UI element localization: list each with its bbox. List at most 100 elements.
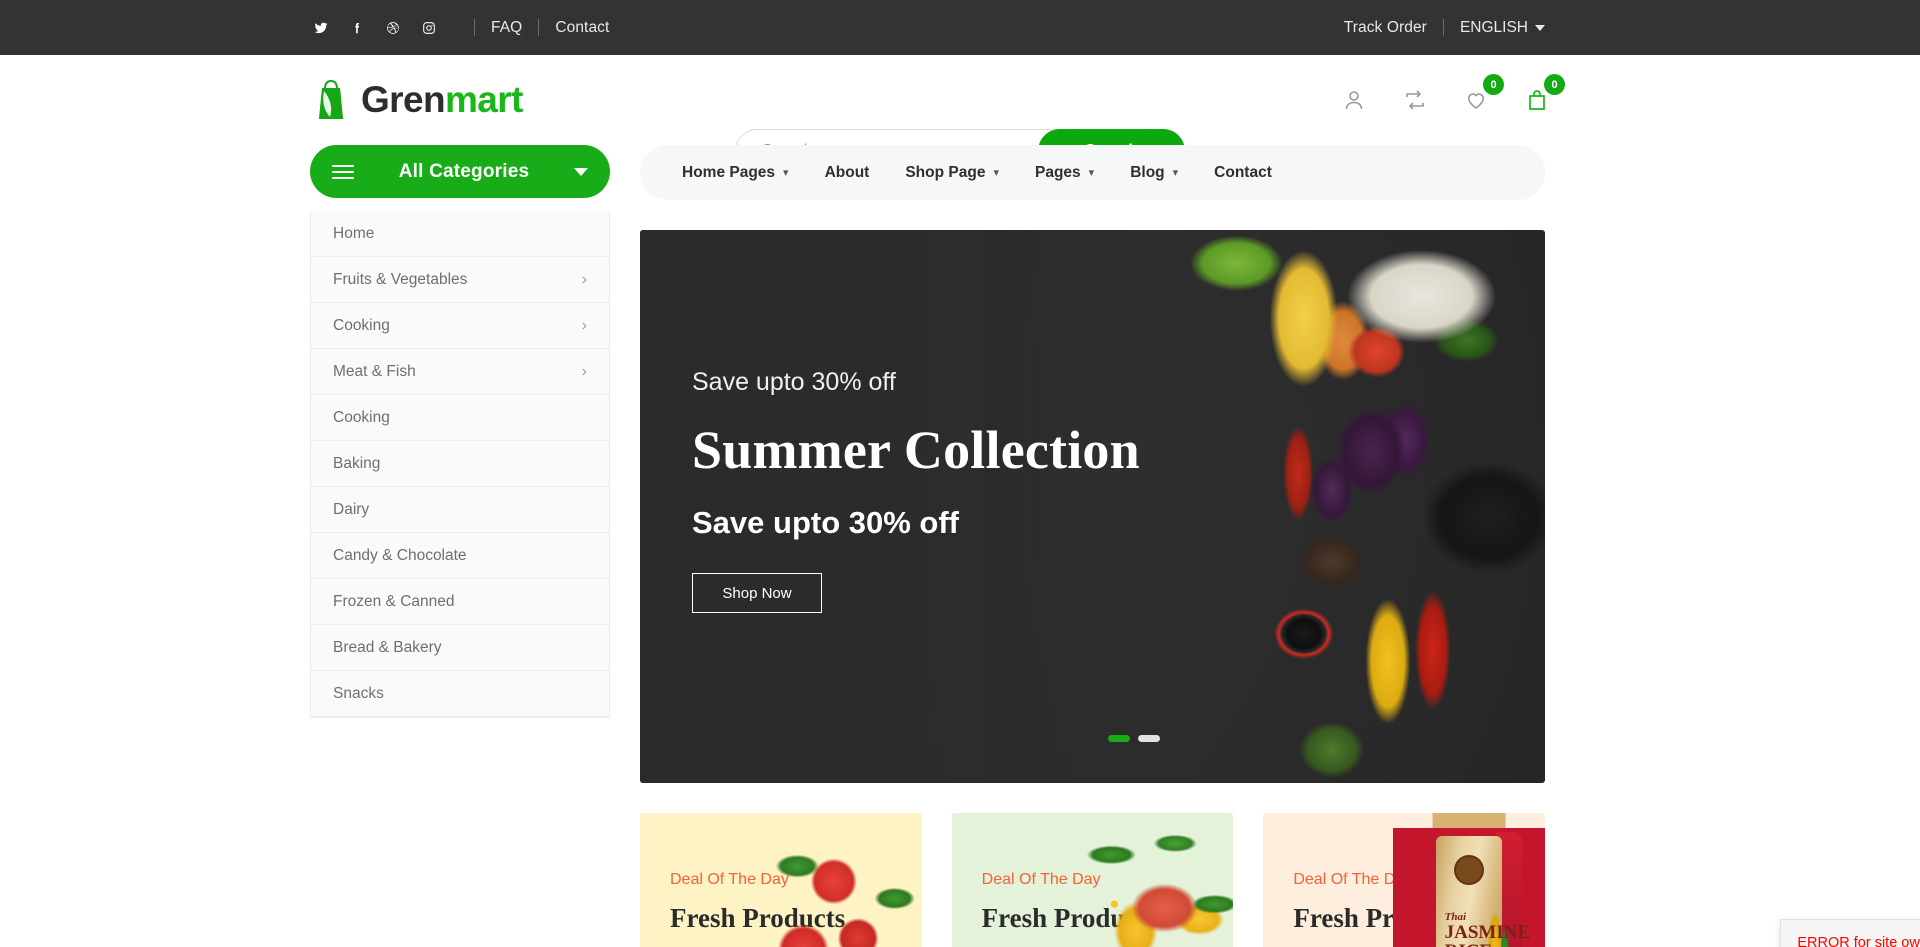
chevron-down-icon: ▾ — [783, 167, 789, 179]
hamburger-icon — [332, 164, 354, 179]
nav-label: Blog — [1130, 163, 1165, 181]
page-body: All Categories Home Fruits & Vegetables … — [0, 145, 1920, 947]
hero-subtitle-top: Save upto 30% off — [692, 368, 896, 396]
category-label: Baking — [333, 454, 381, 472]
language-label: ENGLISH — [1459, 18, 1528, 36]
track-order-link[interactable]: Track Order — [1344, 19, 1427, 37]
sidebar-item-meat-fish[interactable]: Meat & Fish › — [311, 349, 609, 395]
nav-label: Pages — [1034, 163, 1081, 181]
sidebar-item-baking[interactable]: Baking — [311, 441, 609, 487]
top-bar-right: Track Order ENGLISH — [1344, 0, 1545, 55]
header-icon-group: 0 0 — [1341, 55, 1565, 145]
nav-item-contact[interactable]: Contact — [1196, 164, 1290, 182]
divider — [538, 19, 540, 36]
tomato-image — [769, 813, 922, 947]
hero-content: Save upto 30% off Summer Collection Save… — [692, 368, 1140, 613]
category-label: Cooking — [333, 316, 390, 334]
cart-bag-icon[interactable]: 0 — [1524, 74, 1565, 113]
hero-banner: Save upto 30% off Summer Collection Save… — [640, 230, 1545, 783]
chevron-right-icon: › — [581, 316, 587, 334]
sidebar-item-frozen-canned[interactable]: Frozen & Canned — [311, 579, 609, 625]
promo-card-row: Deal Of The Day Fresh Products Deal Of T… — [640, 813, 1546, 947]
category-label: Bread & Bakery — [333, 638, 442, 656]
facebook-icon[interactable] — [346, 17, 368, 39]
sidebar-item-candy-chocolate[interactable]: Candy & Chocolate — [311, 533, 609, 579]
divider — [1442, 19, 1444, 36]
promo-card-tomatoes[interactable]: Deal Of The Day Fresh Products — [640, 813, 922, 947]
chevron-down-icon: ▾ — [993, 167, 999, 179]
instagram-icon[interactable] — [418, 17, 440, 39]
chevron-down-icon — [574, 167, 588, 176]
recaptcha-error-toast: ERROR for site owner: Invalid domain for… — [1780, 918, 1920, 947]
dribbble-icon[interactable] — [382, 17, 404, 39]
shopping-bag-logo-icon — [310, 77, 352, 123]
error-line-1: ERROR for site owner: — [1797, 934, 1920, 947]
nav-item-pages[interactable]: Pages ▾ — [1017, 164, 1112, 182]
compare-icon[interactable] — [1402, 87, 1428, 113]
main-content: Home Pages ▾ About Shop Page ▾ Pages ▾ B… — [640, 145, 1546, 947]
nav-item-home-pages[interactable]: Home Pages ▾ — [664, 164, 807, 182]
category-label: Cooking — [333, 408, 390, 426]
category-list: Home Fruits & Vegetables › Cooking › Mea… — [310, 211, 610, 718]
rice-pack-line3: RICE — [1445, 942, 1531, 947]
wishlist-count-badge: 0 — [1483, 74, 1504, 95]
twitter-icon[interactable] — [310, 17, 332, 39]
category-label: Candy & Chocolate — [333, 546, 467, 564]
faq-link[interactable]: FAQ — [491, 19, 522, 37]
carousel-pagination — [1108, 735, 1160, 742]
logo-text-primary: Gren — [361, 79, 446, 120]
hero-title: Summer Collection — [692, 420, 1140, 480]
user-icon[interactable] — [1341, 87, 1367, 113]
rice-pack-line2: JASMINE — [1444, 922, 1531, 944]
category-label: Dairy — [333, 500, 370, 518]
nav-item-shop-page[interactable]: Shop Page ▾ — [887, 164, 1017, 182]
category-label: Home — [333, 224, 375, 242]
category-label: Frozen & Canned — [333, 592, 455, 610]
mango-image — [1081, 813, 1234, 947]
category-label: Fruits & Vegetables — [333, 270, 468, 288]
all-categories-button[interactable]: All Categories — [310, 145, 610, 198]
shop-now-button[interactable]: Shop Now — [692, 573, 822, 613]
rice-pack-emblem — [1453, 854, 1484, 885]
chevron-down-icon: ▾ — [1088, 167, 1095, 179]
category-label: Snacks — [333, 684, 384, 702]
sidebar-item-cooking[interactable]: Cooking › — [311, 303, 609, 349]
carousel-dot-2[interactable] — [1138, 735, 1160, 742]
category-sidebar: All Categories Home Fruits & Vegetables … — [310, 145, 610, 947]
promo-card-mangoes[interactable]: Deal Of The Day Fresh Products — [951, 813, 1234, 947]
promo-card-rice[interactable]: Thai JASMINE RICE Deal Of The Day Fresh … — [1263, 813, 1546, 947]
nav-item-blog[interactable]: Blog ▾ — [1112, 164, 1196, 182]
site-header: Grenmart Search 0 0 — [0, 55, 1920, 173]
hero-subtitle-bottom: Save upto 30% off — [692, 505, 959, 540]
category-label: Meat & Fish — [333, 362, 416, 380]
all-categories-label: All Categories — [398, 160, 530, 182]
nav-label: Home Pages — [682, 163, 776, 181]
sidebar-item-dairy[interactable]: Dairy — [311, 487, 609, 533]
chevron-down-icon — [1535, 24, 1545, 31]
language-selector[interactable]: ENGLISH — [1460, 19, 1545, 37]
sidebar-item-cooking-2[interactable]: Cooking — [311, 395, 609, 441]
chevron-right-icon: › — [581, 270, 587, 288]
sidebar-item-bread-bakery[interactable]: Bread & Bakery — [311, 625, 609, 671]
wishlist-heart-icon[interactable]: 0 — [1463, 74, 1504, 113]
site-logo[interactable]: Grenmart — [310, 77, 523, 123]
cart-count-badge: 0 — [1544, 74, 1565, 95]
contact-link[interactable]: Contact — [555, 19, 609, 37]
sidebar-item-fruits-vegetables[interactable]: Fruits & Vegetables › — [311, 257, 609, 303]
logo-text: Grenmart — [361, 79, 523, 121]
rice-pack-text: Thai JASMINE RICE — [1444, 911, 1531, 947]
nav-label: Shop Page — [905, 163, 986, 181]
divider — [474, 19, 475, 36]
nav-label: Contact — [1214, 163, 1272, 181]
carousel-dot-1[interactable] — [1108, 735, 1130, 742]
sidebar-item-snacks[interactable]: Snacks — [311, 671, 609, 717]
main-navigation: Home Pages ▾ About Shop Page ▾ Pages ▾ B… — [640, 145, 1545, 200]
sidebar-item-home[interactable]: Home — [311, 211, 609, 257]
nav-label: About — [824, 163, 870, 181]
chevron-down-icon: ▾ — [1172, 167, 1179, 179]
social-links — [310, 17, 440, 39]
rice-image: Thai JASMINE RICE — [1392, 813, 1546, 947]
logo-text-accent: mart — [444, 79, 523, 120]
top-bar: FAQ Contact Track Order ENGLISH — [0, 0, 1920, 55]
nav-item-about[interactable]: About — [807, 164, 888, 182]
